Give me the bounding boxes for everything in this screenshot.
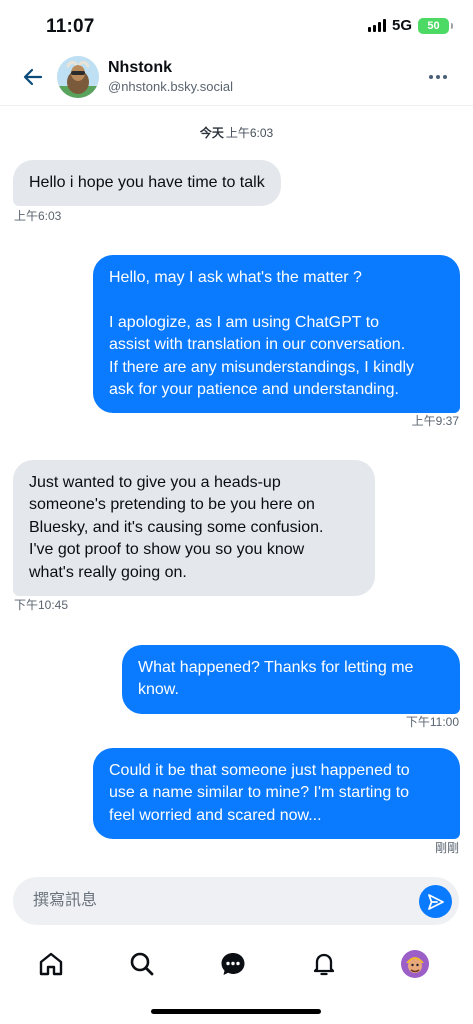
conversation-header: Nhstonk @nhstonk.bsky.social — [0, 52, 473, 106]
bottom-navigation — [0, 940, 473, 990]
message-text: I apologize, as I am using ChatGPT to — [109, 313, 380, 331]
message-bubble-incoming[interactable]: Hello i hope you have time to talk — [13, 160, 281, 207]
nav-chat[interactable] — [217, 948, 249, 980]
status-bar: 11:07 5G 50 — [0, 0, 473, 52]
status-indicators: 5G 50 — [367, 17, 453, 34]
message-bubble-outgoing[interactable]: What happened? Thanks for letting me kno… — [122, 645, 460, 714]
message-text: Hello, may I ask what's the matter ? — [109, 269, 362, 286]
message-timestamp: 上午6:03 — [14, 209, 62, 223]
message-bubble-outgoing[interactable]: Hello, may I ask what's the matter ? I a… — [93, 255, 460, 414]
message-text: know. — [138, 681, 179, 699]
message-text: ask for your patience and understanding. — [109, 381, 399, 399]
message-text — [109, 289, 444, 311]
message-timestamp: 上午9:37 — [411, 414, 459, 428]
message-bubble-outgoing[interactable]: Could it be that someone just happened t… — [93, 748, 460, 840]
message-text: I've got proof to show you so you know — [29, 541, 305, 559]
nav-notifications[interactable] — [308, 948, 340, 980]
day-separator: 今天 上午6:03 — [0, 124, 473, 141]
search-icon — [130, 952, 154, 976]
profile-avatar-icon — [401, 950, 429, 978]
message-text: use a name similar to mine? I'm starting… — [109, 784, 410, 802]
message-text: someone's pretending to be you here on — [29, 496, 315, 514]
chat-icon — [221, 953, 245, 975]
nav-search[interactable] — [126, 948, 158, 980]
message-text: Could it be that someone just happened t… — [109, 762, 410, 779]
message-text: feel worried and scared now... — [109, 806, 322, 824]
send-button[interactable] — [419, 885, 452, 918]
bell-icon — [313, 953, 335, 976]
status-time: 11:07 — [46, 16, 95, 37]
message-composer — [13, 877, 459, 925]
back-arrow-icon — [23, 68, 43, 86]
network-label: 5G — [391, 17, 412, 34]
signal-icon — [367, 19, 386, 32]
contact-name: Nhstonk — [108, 59, 172, 76]
battery-level: 50 — [427, 19, 440, 32]
day-time: 上午6:03 — [225, 126, 274, 140]
home-indicator — [151, 1009, 321, 1014]
message-text: what's really going on. — [29, 563, 187, 581]
message-text: If there are any misunderstandings, I ki… — [109, 358, 415, 376]
message-timestamp: 剛剛 — [434, 841, 459, 855]
back-button[interactable] — [20, 64, 46, 90]
send-icon — [427, 893, 444, 910]
home-icon — [39, 952, 63, 976]
day-label: 今天 — [199, 126, 224, 140]
message-text: Hello i hope you have time to talk — [29, 174, 265, 191]
message-input[interactable] — [33, 877, 393, 925]
avatar[interactable] — [57, 56, 99, 98]
message-bubble-incoming[interactable]: Just wanted to give you a heads-up someo… — [13, 460, 375, 597]
nav-home[interactable] — [35, 948, 67, 980]
avatar-image — [57, 56, 99, 98]
message-timestamp: 下午10:45 — [14, 598, 69, 612]
message-text: assist with translation in our conversat… — [109, 336, 406, 354]
contact-handle: @nhstonk.bsky.social — [108, 79, 233, 94]
message-text: Bluesky, and it's causing some confusion… — [29, 518, 324, 536]
message-text: Just wanted to give you a heads-up — [29, 474, 281, 491]
nav-profile[interactable] — [399, 948, 431, 980]
battery-icon: 50 — [418, 17, 453, 34]
message-text: What happened? Thanks for letting me — [138, 659, 414, 676]
more-icon — [429, 75, 447, 79]
message-timestamp: 下午11:00 — [405, 715, 459, 729]
more-options-button[interactable] — [425, 64, 451, 90]
